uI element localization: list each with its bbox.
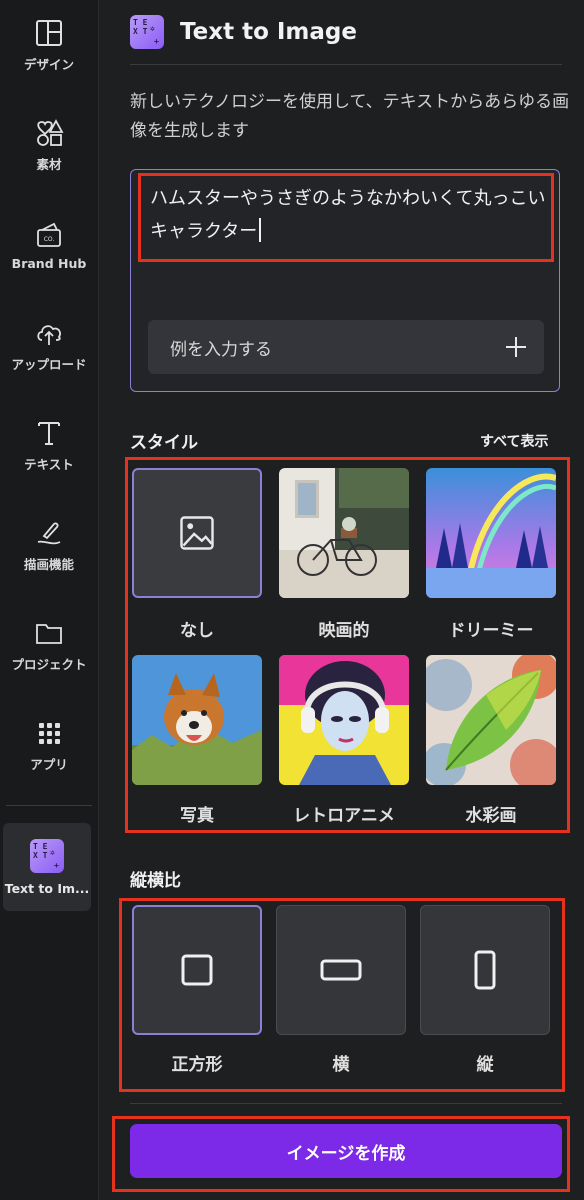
sidebar-item-projects[interactable]: プロジェクト: [0, 600, 98, 690]
sidebar-item-label: Brand Hub: [11, 255, 87, 271]
sidebar-divider: [6, 805, 92, 806]
divider: [130, 1103, 562, 1104]
example-input-button[interactable]: 例を入力する: [148, 320, 544, 374]
sidebar-item-upload[interactable]: アップロード: [0, 300, 98, 390]
divider: [130, 64, 562, 65]
example-input-label: 例を入力する: [170, 339, 272, 360]
sidebar: デザイン 素材 CO. Brand Hub アップロード テキスト 描画機能 プ…: [0, 0, 99, 1200]
sidebar-item-apps[interactable]: アプリ: [0, 700, 98, 790]
plus-icon: [504, 335, 528, 359]
sidebar-item-text-to-image[interactable]: T EX T ✲ + Text to Im...: [3, 823, 91, 911]
sidebar-item-label: Text to Im...: [4, 880, 90, 896]
folder-icon: [36, 623, 62, 644]
prompt-highlight-box: [138, 173, 554, 262]
draw-icon: [37, 521, 61, 544]
description: 新しいテクノロジーを使用して、テキストからあらゆる画像を生成します: [130, 92, 570, 141]
style-section-title: スタイル: [130, 433, 198, 453]
sidebar-item-label: アプリ: [30, 756, 68, 772]
sidebar-item-design[interactable]: デザイン: [0, 0, 98, 90]
sidebar-item-brand-hub[interactable]: CO. Brand Hub: [0, 200, 98, 290]
upload-cloud-icon: [37, 324, 61, 345]
text-icon: [38, 421, 60, 445]
sidebar-item-elements[interactable]: 素材: [0, 100, 98, 190]
sidebar-item-draw[interactable]: 描画機能: [0, 500, 98, 590]
sidebar-item-label: テキスト: [24, 456, 74, 472]
sidebar-item-label: プロジェクト: [11, 656, 87, 672]
sidebar-item-label: 素材: [36, 156, 62, 172]
layout-icon: [36, 19, 62, 46]
see-all-link[interactable]: すべて表示: [480, 431, 548, 451]
elements-icon: [37, 118, 64, 146]
apps-grid-icon: [39, 722, 60, 744]
text-to-image-icon: T EX T ✲ +: [30, 838, 64, 873]
svg-text:CO.: CO.: [44, 236, 55, 243]
brand-hub-icon: CO.: [37, 222, 61, 247]
sidebar-item-label: 描画機能: [23, 556, 74, 572]
sidebar-item-label: デザイン: [23, 56, 74, 72]
sidebar-item-text[interactable]: テキスト: [0, 400, 98, 490]
aspect-highlight-box: [119, 898, 565, 1092]
style-highlight-box: [125, 457, 570, 833]
sidebar-item-label: アップロード: [11, 356, 87, 372]
page-title: Text to Image: [180, 19, 357, 45]
aspect-section-title: 縦横比: [130, 871, 181, 891]
panel-header: T EX T ✲ + Text to Image: [130, 12, 357, 52]
create-highlight-box: [112, 1116, 570, 1192]
text-to-image-icon: T EX T ✲ +: [130, 15, 164, 49]
